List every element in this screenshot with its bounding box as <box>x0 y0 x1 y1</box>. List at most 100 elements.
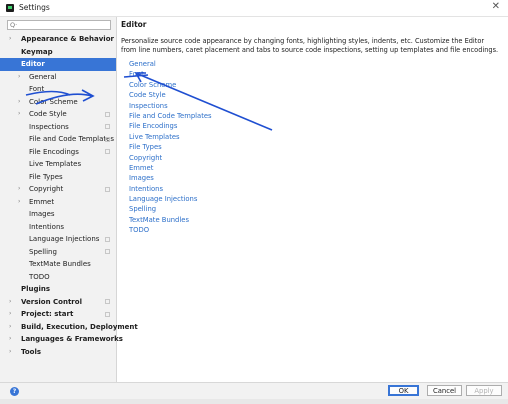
link-emmet[interactable]: Emmet <box>129 163 212 173</box>
link-language-injections[interactable]: Language Injections <box>129 194 212 204</box>
sidebar-item-label: Version Control <box>21 297 82 306</box>
chevron-right-icon[interactable]: › <box>9 346 11 359</box>
sidebar-item-label: Build, Execution, Deployment <box>21 322 138 331</box>
sidebar-item-label: TextMate Bundles <box>29 260 91 268</box>
sidebar-item-images[interactable]: Images <box>0 208 116 221</box>
link-inspections[interactable]: Inspections <box>129 101 212 111</box>
sidebar-item-project-start[interactable]: › Project: start <box>0 308 116 321</box>
link-general[interactable]: General <box>129 59 212 69</box>
settings-tree: › Appearance & Behavior Keymap Editor › Gener… <box>0 33 138 359</box>
editor-description: Personalize source code appearance by ch… <box>121 37 499 54</box>
sidebar-item-file-and-code-templates[interactable]: File and Code Templates <box>0 133 116 146</box>
page-title: Editor <box>121 20 147 29</box>
sidebar-item-label: Languages & Frameworks <box>21 335 123 343</box>
sidebar-item-label: Font <box>29 85 45 93</box>
link-file-and-code-templates[interactable]: File and Code Templates <box>129 111 212 121</box>
cancel-button[interactable]: Cancel <box>427 385 462 396</box>
link-file-encodings[interactable]: File Encodings <box>129 121 212 131</box>
title-bar: Settings ✕ <box>0 0 508 17</box>
chevron-right-icon[interactable]: › <box>18 183 20 196</box>
sidebar-item-textmate-bundles[interactable]: TextMate Bundles <box>0 258 116 271</box>
chevron-right-icon[interactable]: › <box>18 71 20 84</box>
sidebar-item-label: Code Style <box>29 110 67 118</box>
sidebar-item-file-encodings[interactable]: File Encodings <box>0 146 116 159</box>
sidebar-item-keymap[interactable]: Keymap <box>0 46 116 59</box>
project-scope-icon <box>105 124 110 129</box>
sidebar-item-general[interactable]: › General <box>0 71 116 84</box>
chevron-right-icon[interactable]: › <box>18 196 20 209</box>
close-icon[interactable]: ✕ <box>492 1 500 12</box>
sidebar-item-label: File and Code Templates <box>29 135 115 143</box>
search-icon: Q· <box>10 21 18 29</box>
sidebar-item-copyright[interactable]: › Copyright <box>0 183 116 196</box>
sidebar-item-label: File Types <box>29 172 63 181</box>
sidebar-item-label: Live Templates <box>29 160 82 168</box>
sidebar-item-todo[interactable]: TODO <box>0 271 116 284</box>
ok-button[interactable]: OK <box>388 385 419 396</box>
sidebar-item-label: Tools <box>21 347 42 356</box>
chevron-right-icon[interactable]: › <box>9 321 11 334</box>
sidebar-item-label: TODO <box>29 272 50 281</box>
link-copyright[interactable]: Copyright <box>129 153 212 163</box>
sidebar-item-font[interactable]: Font <box>0 83 116 96</box>
link-spelling[interactable]: Spelling <box>129 204 212 214</box>
project-scope-icon <box>105 186 110 192</box>
chevron-right-icon[interactable]: › <box>9 308 11 321</box>
chevron-right-icon[interactable]: › <box>9 333 11 346</box>
chevron-right-icon[interactable]: › <box>9 33 11 46</box>
status-strip <box>0 399 508 404</box>
link-live-templates[interactable]: Live Templates <box>129 132 212 142</box>
window-title: Settings <box>19 3 50 12</box>
project-scope-icon <box>105 249 110 254</box>
link-textmate-bundles[interactable]: TextMate Bundles <box>129 215 212 225</box>
sidebar-item-build-execution-deployment[interactable]: › Build, Execution, Deployment <box>0 321 138 334</box>
project-scope-icon <box>105 311 110 317</box>
link-font[interactable]: Font <box>129 69 212 79</box>
sidebar-item-label: Plugins <box>21 285 51 293</box>
sidebar-item-label: Appearance & Behavior <box>21 35 114 43</box>
link-intentions[interactable]: Intentions <box>129 184 212 194</box>
chevron-right-icon[interactable]: › <box>9 296 11 309</box>
sidebar-item-label: Spelling <box>29 247 57 256</box>
sidebar-item-label: Images <box>29 210 55 218</box>
sidebar-item-label: Project: start <box>21 310 74 318</box>
sidebar-item-label: File Encodings <box>29 147 79 156</box>
sidebar-item-code-style[interactable]: › Code Style <box>0 108 116 121</box>
sidebar-item-label: Language Injections <box>29 235 100 243</box>
project-scope-icon <box>105 299 110 304</box>
chevron-right-icon[interactable]: › <box>18 108 20 121</box>
sidebar-item-file-types[interactable]: File Types <box>0 171 116 184</box>
project-scope-icon <box>105 236 110 242</box>
editor-links: General Font Color Scheme Code Style Inspect… <box>129 59 212 236</box>
sidebar-item-plugins[interactable]: Plugins <box>0 283 116 296</box>
project-scope-icon <box>105 136 110 142</box>
sidebar-item-label: Editor <box>21 60 45 68</box>
apply-button[interactable]: Apply <box>466 385 502 396</box>
sidebar-item-label: Inspections <box>29 122 69 131</box>
sidebar-item-editor[interactable]: Editor <box>0 58 116 71</box>
sidebar-item-label: General <box>29 72 57 81</box>
link-color-scheme[interactable]: Color Scheme <box>129 80 212 90</box>
sidebar-item-tools[interactable]: › Tools <box>0 346 116 359</box>
link-images[interactable]: Images <box>129 173 212 183</box>
sidebar-item-color-scheme[interactable]: › Color Scheme <box>0 96 116 109</box>
search-input[interactable]: Q· <box>7 20 111 30</box>
sidebar-item-languages-frameworks[interactable]: › Languages & Frameworks <box>0 333 123 346</box>
link-todo[interactable]: TODO <box>129 225 212 235</box>
link-file-types[interactable]: File Types <box>129 142 212 152</box>
sidebar-item-label: Intentions <box>29 222 65 231</box>
sidebar-item-label: Copyright <box>29 185 64 193</box>
sidebar-item-live-templates[interactable]: Live Templates <box>0 158 116 171</box>
sidebar-item-inspections[interactable]: Inspections <box>0 121 116 134</box>
sidebar-item-spelling[interactable]: Spelling <box>0 246 116 259</box>
chevron-right-icon[interactable]: › <box>18 96 20 109</box>
settings-sidebar: Q· › Appearance & Behavior Keymap Editor › Ge… <box>0 17 138 382</box>
sidebar-item-label: Emmet <box>29 197 55 206</box>
sidebar-item-emmet[interactable]: › Emmet <box>0 196 116 209</box>
link-code-style[interactable]: Code Style <box>129 90 212 100</box>
sidebar-item-language-injections[interactable]: Language Injections <box>0 233 116 246</box>
sidebar-item-appearance-behavior[interactable]: › Appearance & Behavior <box>0 33 116 46</box>
sidebar-item-version-control[interactable]: › Version Control <box>0 296 116 309</box>
help-icon[interactable]: ? <box>10 387 19 396</box>
sidebar-item-intentions[interactable]: Intentions <box>0 221 116 234</box>
